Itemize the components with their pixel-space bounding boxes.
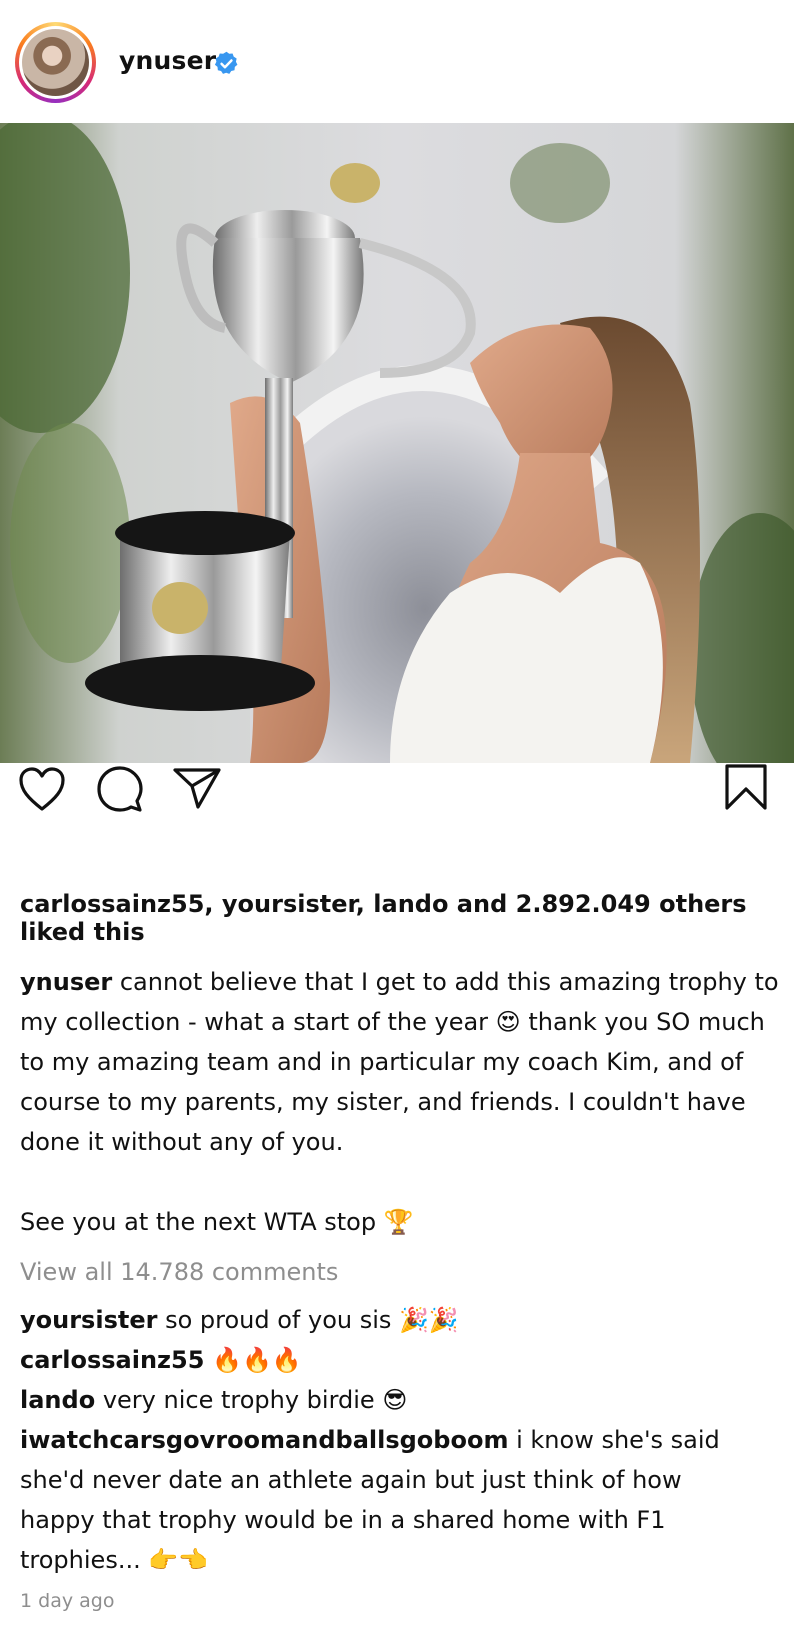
post-header: ynuser xyxy=(0,0,794,122)
comment-text: so proud of you sis 🎉🎉 xyxy=(165,1306,459,1334)
comment-item: lando very nice trophy birdie 😎 xyxy=(20,1380,760,1420)
post-timestamp: 1 day ago xyxy=(20,1590,115,1612)
action-bar xyxy=(0,763,794,873)
post-username[interactable]: ynuser xyxy=(119,46,216,75)
view-all-comments-link[interactable]: View all 14.788 comments xyxy=(20,1252,338,1292)
caption-text-2: See you at the next WTA stop 🏆 xyxy=(20,1208,414,1236)
likes-summary[interactable]: carlossainz55, yoursister, lando and 2.8… xyxy=(20,890,770,946)
avatar-image xyxy=(22,29,89,96)
comment-item: iwatchcarsgovroomandballsgoboom i know s… xyxy=(20,1420,760,1580)
bookmark-icon[interactable] xyxy=(724,763,768,811)
avatar-border xyxy=(19,26,92,99)
caption-username[interactable]: ynuser xyxy=(20,968,112,996)
comment-icon[interactable] xyxy=(96,765,144,813)
avatar[interactable] xyxy=(15,22,96,103)
comment-text: 🔥🔥🔥 xyxy=(212,1346,302,1374)
comment-username[interactable]: lando xyxy=(20,1386,95,1414)
heart-icon[interactable] xyxy=(18,766,66,812)
comment-username[interactable]: carlossainz55 xyxy=(20,1346,204,1374)
paper-plane-icon[interactable] xyxy=(172,766,222,810)
verified-badge-icon xyxy=(214,51,238,74)
comment-username[interactable]: yoursister xyxy=(20,1306,157,1334)
comment-username[interactable]: iwatchcarsgovroomandballsgoboom xyxy=(20,1426,508,1454)
comment-text: very nice trophy birdie 😎 xyxy=(102,1386,408,1414)
comment-item: carlossainz55 🔥🔥🔥 xyxy=(20,1340,760,1380)
comment-item: yoursister so proud of you sis 🎉🎉 xyxy=(20,1300,760,1340)
post-image[interactable] xyxy=(0,123,794,763)
comments-list: yoursister so proud of you sis 🎉🎉 carlos… xyxy=(20,1300,760,1580)
post-photo-illustration xyxy=(0,123,794,763)
caption-text: cannot believe that I get to add this am… xyxy=(20,968,779,1156)
caption: ynuser cannot believe that I get to add … xyxy=(20,962,780,1242)
